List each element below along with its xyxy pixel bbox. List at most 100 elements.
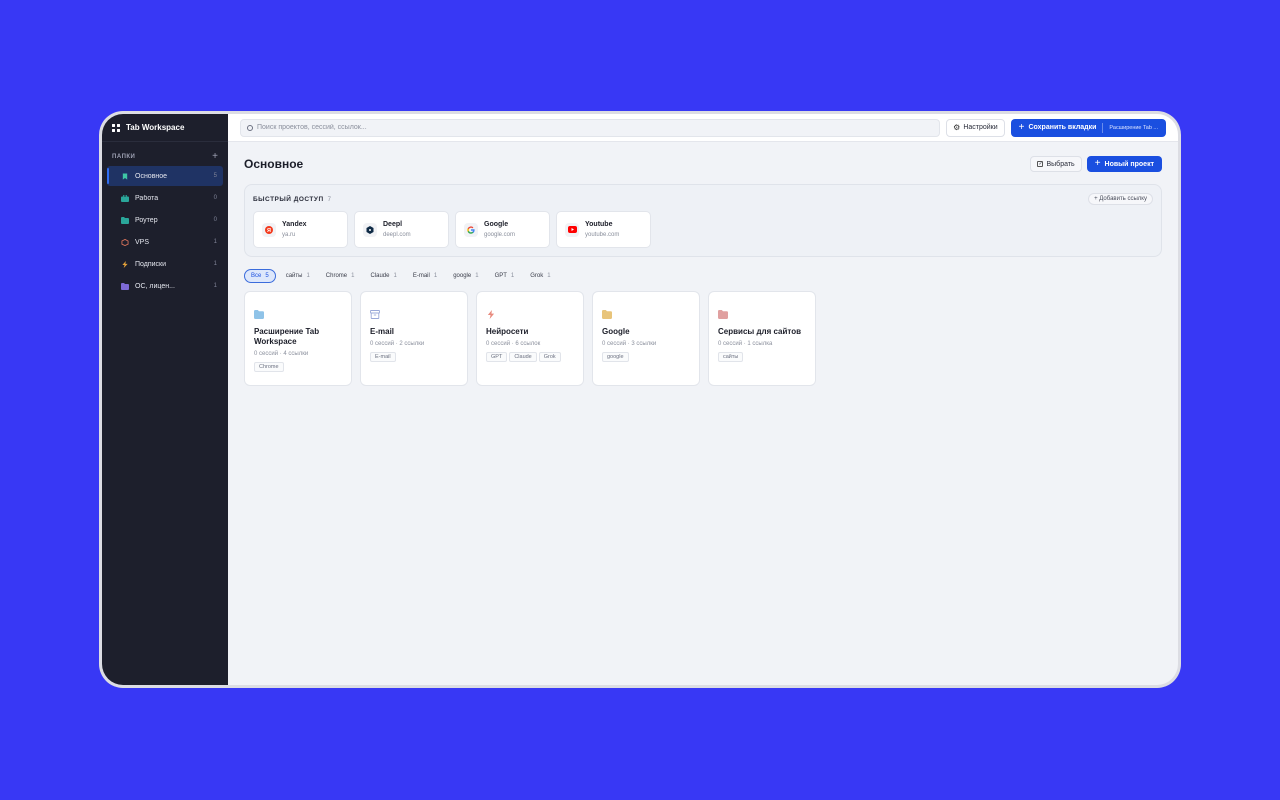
- project-meta: 0 сессий · 6 ссылок: [486, 341, 541, 347]
- brand: Tab Workspace: [102, 114, 228, 142]
- sidebar-item-count: 1: [213, 239, 217, 245]
- sidebar-item-vps[interactable]: VPS 1: [107, 232, 223, 252]
- extension-label: Расширение Tab ...: [1109, 124, 1158, 131]
- project-tags: google: [602, 352, 690, 362]
- chip-label: Claude: [370, 273, 390, 279]
- quick-link-google[interactable]: Google google.com: [455, 211, 550, 248]
- filter-sites[interactable]: сайты 1: [280, 269, 316, 283]
- add-folder-icon[interactable]: +: [212, 152, 218, 162]
- new-project-label: Новый проект: [1104, 160, 1154, 168]
- content: Основное ✓ Выбрать + Новый проект БЫСТРЫ…: [228, 142, 1178, 400]
- page-header: Основное ✓ Выбрать + Новый проект: [244, 156, 1162, 172]
- project-tags: E-mail: [370, 352, 458, 362]
- link-name: Yandex: [282, 221, 307, 228]
- settings-button[interactable]: ⚙ Настройки: [946, 118, 1005, 137]
- project-title: Google: [602, 327, 630, 336]
- tag[interactable]: google: [602, 352, 629, 362]
- chip-label: сайты: [285, 273, 303, 279]
- sidebar-item-router[interactable]: Роутер 0: [107, 210, 223, 230]
- box-icon: [121, 238, 129, 246]
- search-input[interactable]: [257, 124, 934, 131]
- folder-icon: [718, 310, 728, 319]
- new-project-button[interactable]: + Новый проект: [1086, 156, 1162, 172]
- bolt-icon: [487, 310, 495, 319]
- project-cards: Расширение Tab Workspace 0 сессий · 4 сс…: [244, 291, 1162, 386]
- project-card[interactable]: Нейросети 0 сессий · 6 ссылок GPT Claude…: [476, 291, 584, 386]
- grid-icon: [112, 123, 120, 132]
- project-card[interactable]: Сервисы для сайтов 0 сессий · 1 ссылка с…: [708, 291, 816, 386]
- chip-count: 1: [510, 273, 515, 279]
- quick-access-panel: БЫСТРЫЙ ДОСТУП 7 + Добавить ссылку Я Yand…: [244, 184, 1162, 257]
- tag[interactable]: E-mail: [370, 352, 396, 362]
- checkbox-icon: ✓: [1037, 161, 1044, 167]
- sidebar-item-osnovnoe[interactable]: Основное 5: [107, 166, 223, 186]
- link-text: Yandex ya.ru: [282, 221, 307, 238]
- search-icon: [247, 124, 253, 131]
- quick-access-count: 7: [327, 196, 332, 203]
- sidebar-item-label: Подписки: [135, 260, 167, 268]
- tag[interactable]: Grok: [538, 352, 561, 362]
- link-name: Google: [484, 221, 509, 228]
- tag[interactable]: сайты: [718, 352, 744, 362]
- quick-access-header: БЫСТРЫЙ ДОСТУП 7 + Добавить ссылку: [253, 193, 1153, 205]
- header-actions: ✓ Выбрать + Новый проект: [1030, 156, 1162, 172]
- sidebar-item-count: 5: [213, 173, 217, 179]
- tag[interactable]: GPT: [486, 352, 508, 362]
- chip-label: Chrome: [325, 273, 348, 279]
- app-window: Tab Workspace ПАПКИ + Основное 5 Работа …: [102, 114, 1178, 685]
- project-title: Расширение Tab Workspace: [254, 327, 320, 346]
- project-card[interactable]: Расширение Tab Workspace 0 сессий · 4 сс…: [244, 291, 352, 386]
- link-text: Youtube youtube.com: [585, 221, 619, 238]
- link-text: Deepl deepl.com: [383, 221, 411, 238]
- sidebar-item-label: Работа: [135, 194, 159, 202]
- filter-all[interactable]: Все 5: [244, 269, 276, 283]
- chip-count: 1: [433, 273, 438, 279]
- filter-claude[interactable]: Claude 1: [364, 269, 402, 283]
- link-url: youtube.com: [585, 232, 620, 238]
- quick-access-title: БЫСТРЫЙ ДОСТУП 7: [253, 196, 331, 203]
- quick-link-youtube[interactable]: Youtube youtube.com: [556, 211, 651, 248]
- filter-gpt[interactable]: GPT 1: [489, 269, 521, 283]
- filter-chrome[interactable]: Chrome 1: [320, 269, 361, 283]
- add-link-button[interactable]: + Добавить ссылку: [1088, 193, 1153, 205]
- google-icon: [464, 222, 478, 237]
- bolt-icon: [122, 260, 128, 268]
- folders-title: ПАПКИ: [112, 154, 136, 160]
- link-name: Youtube: [585, 221, 613, 228]
- filter-google[interactable]: google 1: [447, 269, 484, 283]
- folder-icon: [254, 310, 264, 319]
- folder-icon: [602, 310, 612, 319]
- search-box[interactable]: [240, 118, 941, 137]
- sidebar-item-count: 1: [213, 283, 217, 289]
- plus-icon: +: [1094, 158, 1101, 169]
- chip-label: Grok: [530, 273, 544, 279]
- filter-grok[interactable]: Grok 1: [524, 269, 556, 283]
- project-card[interactable]: Google 0 сессий · 3 ссылки google: [592, 291, 700, 386]
- tag[interactable]: Chrome: [254, 362, 284, 372]
- chip-label: E-mail: [412, 273, 430, 279]
- project-card[interactable]: E-mail 0 сессий · 2 ссылки E-mail: [360, 291, 468, 386]
- tag[interactable]: Claude: [509, 352, 537, 362]
- sidebar-item-rabota[interactable]: Работа 0: [107, 188, 223, 208]
- quick-link-yandex[interactable]: Я Yandex ya.ru: [253, 211, 348, 248]
- link-url: google.com: [484, 232, 516, 238]
- chip-label: GPT: [494, 273, 507, 279]
- sidebar-item-podpiski[interactable]: Подписки 1: [107, 254, 223, 274]
- save-tabs-button[interactable]: + Сохранить вкладки Расширение Tab ...: [1010, 118, 1166, 137]
- app-name: Tab Workspace: [126, 123, 185, 132]
- project-meta: 0 сессий · 4 ссылки: [254, 351, 309, 357]
- filter-email[interactable]: E-mail 1: [407, 269, 443, 283]
- link-name: Deepl: [383, 221, 403, 228]
- quick-link-deepl[interactable]: Deepl deepl.com: [354, 211, 449, 248]
- select-button[interactable]: ✓ Выбрать: [1030, 156, 1082, 172]
- sidebar-item-os[interactable]: ОС, лицен... 1: [107, 276, 223, 296]
- bookmark-icon: [122, 172, 128, 180]
- project-title: Сервисы для сайтов: [718, 327, 802, 336]
- folder-list: Основное 5 Работа 0 Роутер 0 VPS 1 Подпи…: [102, 166, 228, 296]
- divider: [1102, 122, 1104, 133]
- quick-access-title-text: БЫСТРЫЙ ДОСТУП: [253, 195, 324, 203]
- device-frame: Tab Workspace ПАПКИ + Основное 5 Работа …: [99, 111, 1181, 688]
- link-text: Google google.com: [484, 221, 515, 238]
- yandex-icon: Я: [262, 222, 276, 237]
- link-url: deepl.com: [383, 232, 411, 238]
